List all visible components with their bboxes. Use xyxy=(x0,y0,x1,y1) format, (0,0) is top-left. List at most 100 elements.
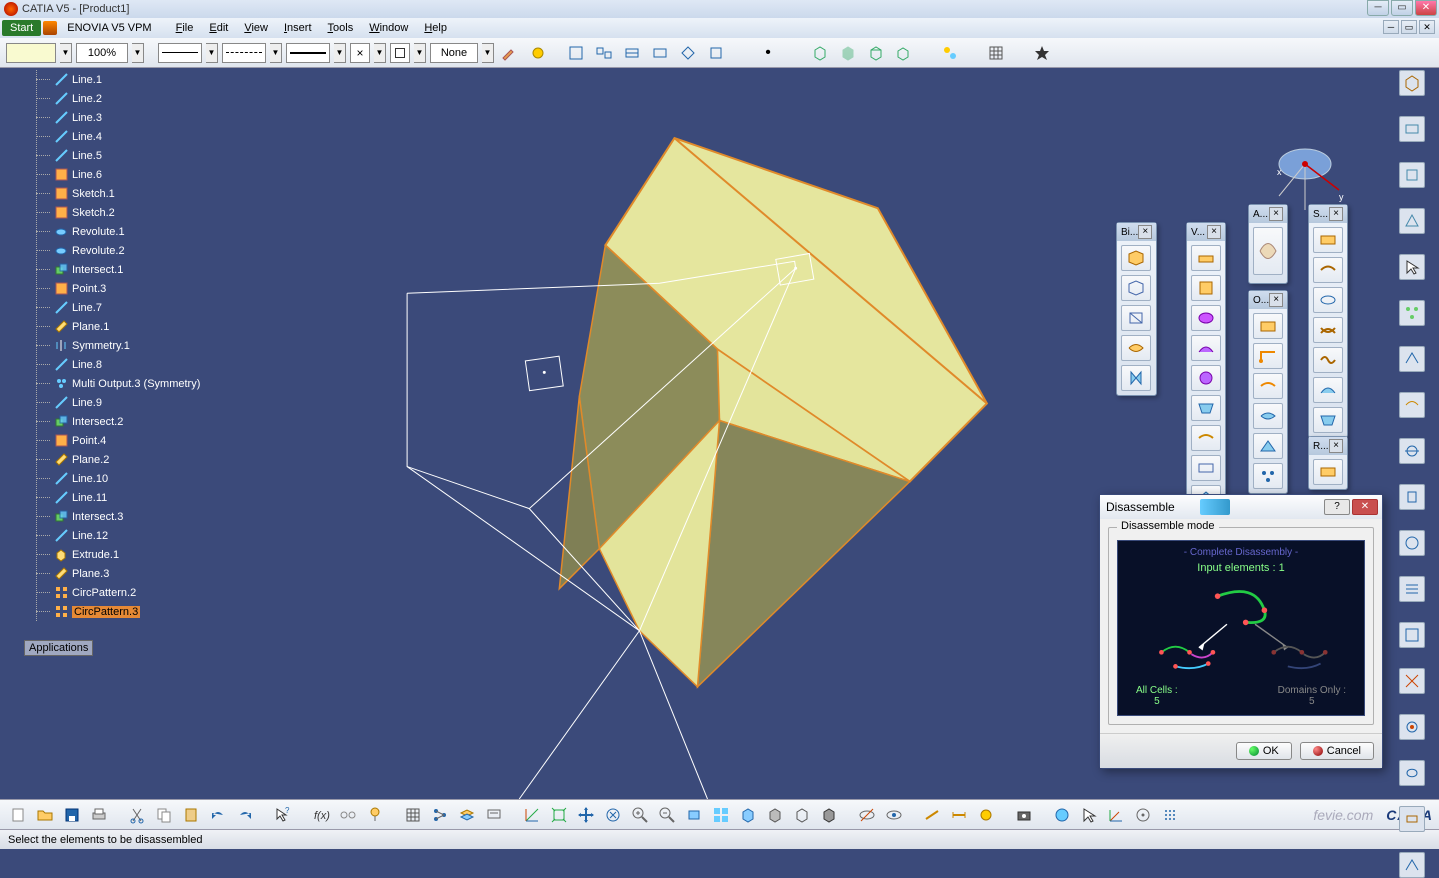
menu-window[interactable]: Window xyxy=(361,20,416,36)
star-icon[interactable] xyxy=(1030,41,1054,65)
s-btn-2-icon[interactable] xyxy=(1313,257,1343,283)
color-swatch[interactable] xyxy=(6,43,56,63)
tree-applications[interactable]: Applications xyxy=(24,640,93,656)
v-btn-2-icon[interactable] xyxy=(1191,275,1221,301)
mdi-minimize-button[interactable]: ─ xyxy=(1383,20,1399,34)
bi-btn-3-icon[interactable] xyxy=(1121,305,1151,331)
v-btn-4-icon[interactable] xyxy=(1191,335,1221,361)
print-icon[interactable] xyxy=(87,803,111,827)
line-dash-dropdown[interactable]: ▼ xyxy=(270,43,282,63)
toolbox-v-close[interactable]: × xyxy=(1207,225,1221,239)
menu-insert[interactable]: Insert xyxy=(276,20,320,36)
toolbox-o[interactable]: O...× xyxy=(1248,290,1288,494)
zoom-dropdown[interactable]: ▼ xyxy=(132,43,144,63)
tree-node-plane-3[interactable]: Plane.3 xyxy=(6,564,246,583)
layers-icon[interactable] xyxy=(455,803,479,827)
tree-node-line-9[interactable]: Line.9 xyxy=(6,393,246,412)
bi-btn-4-icon[interactable] xyxy=(1121,335,1151,361)
right-tool-10-icon[interactable] xyxy=(1399,484,1425,510)
tree-node-plane-1[interactable]: Plane.1 xyxy=(6,317,246,336)
minimize-button[interactable]: ─ xyxy=(1367,0,1389,16)
o-btn-5-icon[interactable] xyxy=(1253,433,1283,459)
fx-icon[interactable]: f(x) xyxy=(309,803,333,827)
a-btn-1-icon[interactable] xyxy=(1253,227,1283,275)
line-thick-style[interactable] xyxy=(286,43,330,63)
mdi-close-button[interactable]: ✕ xyxy=(1419,20,1435,34)
snap-icon[interactable] xyxy=(1131,803,1155,827)
cursor-icon[interactable] xyxy=(1077,803,1101,827)
right-tool-2-icon[interactable] xyxy=(1399,116,1425,142)
tree-node-point-4[interactable]: Point.4 xyxy=(6,431,246,450)
toolbox-bi[interactable]: Bi...× xyxy=(1116,222,1157,396)
right-tool-3-icon[interactable] xyxy=(1399,162,1425,188)
tool-e-icon[interactable] xyxy=(676,41,700,65)
painter-icon[interactable] xyxy=(498,41,522,65)
redo-icon[interactable] xyxy=(233,803,257,827)
toolbox-r-close[interactable]: × xyxy=(1329,439,1343,453)
dotgrid-icon[interactable] xyxy=(1158,803,1182,827)
shade3-icon[interactable] xyxy=(817,803,841,827)
right-tool-14-icon[interactable] xyxy=(1399,668,1425,694)
menu-file[interactable]: File xyxy=(168,20,202,36)
tree-node-plane-2[interactable]: Plane.2 xyxy=(6,450,246,469)
maximize-button[interactable]: ▭ xyxy=(1391,0,1413,16)
cube3-icon[interactable] xyxy=(864,41,888,65)
menu-help[interactable]: Help xyxy=(416,20,455,36)
point-style-dropdown[interactable]: ▼ xyxy=(414,43,426,63)
tree-node-point-3[interactable]: Point.3 xyxy=(6,279,246,298)
tree-node-intersect-2[interactable]: Intersect.2 xyxy=(6,412,246,431)
tree-node-line-6[interactable]: Line.6 xyxy=(6,165,246,184)
dialog-help-button[interactable]: ? xyxy=(1324,499,1350,515)
zoomout-icon[interactable] xyxy=(655,803,679,827)
table-icon[interactable] xyxy=(984,41,1008,65)
world-icon[interactable] xyxy=(1050,803,1074,827)
tree-node-line-8[interactable]: Line.8 xyxy=(6,355,246,374)
tree-node-revolute-1[interactable]: Revolute.1 xyxy=(6,222,246,241)
shade2-icon[interactable] xyxy=(790,803,814,827)
o-btn-2-icon[interactable] xyxy=(1253,343,1283,369)
toolbox-s-close[interactable]: × xyxy=(1329,207,1343,221)
camera-icon[interactable] xyxy=(1012,803,1036,827)
point-style-button[interactable] xyxy=(390,43,410,63)
line-weight[interactable] xyxy=(158,43,202,63)
bi-btn-5-icon[interactable] xyxy=(1121,365,1151,391)
show-icon[interactable] xyxy=(882,803,906,827)
annot-icon[interactable] xyxy=(482,803,506,827)
axis2-icon[interactable] xyxy=(1104,803,1128,827)
right-tool-7-icon[interactable] xyxy=(1399,346,1425,372)
o-btn-3-icon[interactable] xyxy=(1253,373,1283,399)
tool-b-icon[interactable] xyxy=(592,41,616,65)
new-icon[interactable] xyxy=(6,803,30,827)
tree-node-line-3[interactable]: Line.3 xyxy=(6,108,246,127)
menu-view[interactable]: View xyxy=(236,20,276,36)
whatsthis-icon[interactable]: ? xyxy=(271,803,295,827)
right-tool-11-icon[interactable] xyxy=(1399,530,1425,556)
line-weight-dropdown[interactable]: ▼ xyxy=(206,43,218,63)
cut-icon[interactable] xyxy=(125,803,149,827)
measure3-icon[interactable] xyxy=(974,803,998,827)
tree-node-line-7[interactable]: Line.7 xyxy=(6,298,246,317)
right-tool-6-icon[interactable] xyxy=(1399,300,1425,326)
right-tool-1-icon[interactable] xyxy=(1399,70,1425,96)
toolbox-r[interactable]: R...× xyxy=(1308,436,1348,490)
right-tool-4-icon[interactable] xyxy=(1399,208,1425,234)
tree-node-revolute-2[interactable]: Revolute.2 xyxy=(6,241,246,260)
r-btn-1-icon[interactable] xyxy=(1313,459,1343,485)
toolbox-a-close[interactable]: × xyxy=(1269,207,1283,221)
cube1-icon[interactable] xyxy=(808,41,832,65)
copy-icon[interactable] xyxy=(152,803,176,827)
specification-tree[interactable]: Line.1Line.2Line.3Line.4Line.5Line.6Sket… xyxy=(6,70,246,621)
tool-f-icon[interactable] xyxy=(704,41,728,65)
bi-btn-1-icon[interactable] xyxy=(1121,245,1151,271)
toolbox-o-close[interactable]: × xyxy=(1269,293,1283,307)
menu-start[interactable]: Start xyxy=(2,20,41,36)
tool-d-icon[interactable] xyxy=(648,41,672,65)
multiview-icon[interactable] xyxy=(709,803,733,827)
rotate-icon[interactable] xyxy=(601,803,625,827)
right-tool-16-icon[interactable] xyxy=(1399,760,1425,786)
v-btn-5-icon[interactable] xyxy=(1191,365,1221,391)
grid-icon[interactable] xyxy=(401,803,425,827)
brush-icon[interactable] xyxy=(526,41,550,65)
toolbox-bi-close[interactable]: × xyxy=(1138,225,1152,239)
zoomin-icon[interactable] xyxy=(628,803,652,827)
